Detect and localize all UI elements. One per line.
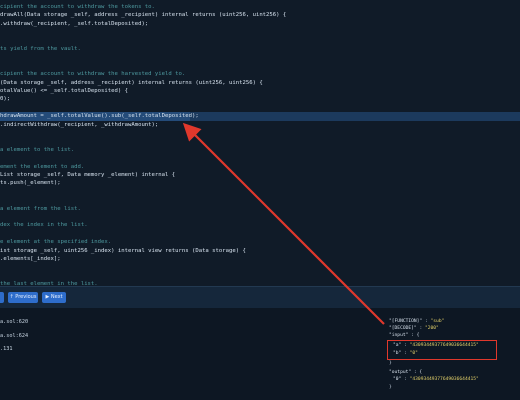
step-button[interactable] [0, 292, 4, 303]
annotation-box [387, 340, 497, 360]
code-line: dex the index in the list. [0, 222, 88, 229]
json-function-key: "[FUNCTION]" [389, 319, 423, 324]
json-input-key: "input" : { [389, 333, 420, 338]
next-button[interactable]: ▶ Next [42, 292, 66, 303]
code-line: a element from the list. [0, 205, 81, 212]
previous-button[interactable]: ↑ Previous [8, 292, 38, 303]
code-line: ts.push(_element); [0, 180, 61, 187]
json-input-close: } [389, 361, 392, 366]
json-decode-key: "[DECODE]" [389, 326, 417, 331]
json-output-0-value: "43093449377649036644415" [409, 377, 479, 382]
trace-location-2[interactable]: a.sol:624 [0, 332, 28, 340]
code-editor[interactable]: cipient the account to withdraw the toke… [0, 0, 520, 287]
next-button-label: ▶ Next [45, 294, 63, 300]
trace-location-3[interactable]: .131 [0, 345, 13, 353]
code-line: 0); [0, 96, 11, 103]
json-output-key: "output" : { [389, 370, 423, 375]
code-line: .elements[_index]; [0, 256, 61, 262]
code-line: a element to the list. [0, 146, 75, 153]
trace-location-1[interactable]: a.sol:620 [0, 318, 28, 326]
code-line: otalValue() <= _self.totalDeposited) { [0, 88, 128, 94]
json-decode-value: "200" [424, 326, 439, 331]
code-line: .withdraw(_recipient, _self.totalDeposit… [0, 20, 149, 27]
debugger-toolbar: ↑ Previous ▶ Next [0, 286, 520, 310]
json-output-close: } [389, 385, 392, 390]
code-line: ts yield from the vault. [0, 46, 81, 52]
code-line: .indirectWithdraw(_recipient, _withdrawA… [0, 121, 159, 128]
previous-button-label: ↑ Previous [9, 294, 37, 300]
json-function-value: "sub" [430, 319, 445, 324]
